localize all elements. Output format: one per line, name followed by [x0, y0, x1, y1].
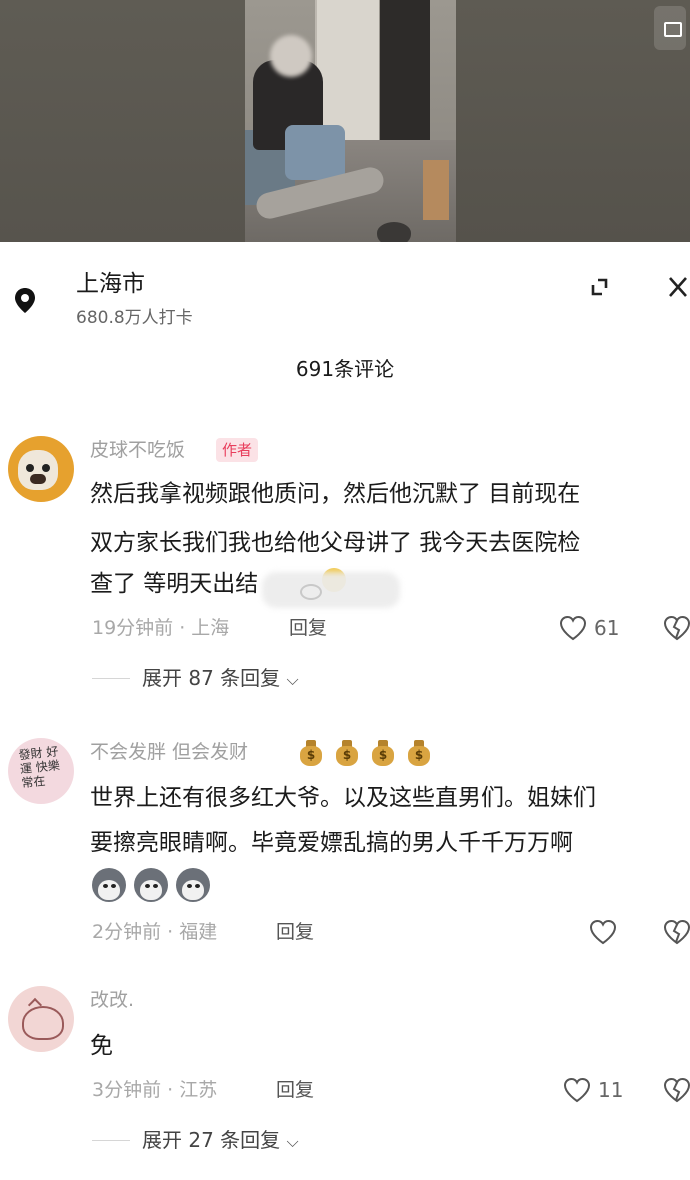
- money-bag-icon: $: [334, 738, 360, 766]
- expand-replies-label: 展开 87 条回复: [142, 666, 281, 690]
- expand-replies-button[interactable]: 展开 27 条回复 ⌵: [142, 1126, 299, 1156]
- heart-icon[interactable]: [558, 614, 588, 642]
- video-preview[interactable]: [0, 0, 690, 242]
- husky-emoji-icon: [92, 868, 126, 902]
- comment-username[interactable]: 皮球不吃饭: [90, 436, 185, 464]
- video-blur-left: [0, 0, 245, 242]
- comment-username[interactable]: 不会发胖 但会发财: [90, 738, 248, 766]
- broken-heart-icon[interactable]: [662, 614, 690, 642]
- comment-text-line: 要擦亮眼睛啊。毕竟爱嫖乱搞的男人千千万万啊: [90, 830, 573, 856]
- author-badge: 作者: [216, 438, 259, 462]
- comments-count-title: 691条评论: [295, 357, 395, 381]
- heart-icon[interactable]: [588, 918, 618, 946]
- avatar[interactable]: [8, 986, 74, 1052]
- expand-replies-label: 展开 27 条回复: [142, 1128, 281, 1152]
- money-bag-icon: $: [370, 738, 396, 766]
- comment-username[interactable]: 改改.: [90, 986, 134, 1014]
- comment-meta: 2分钟前 · 福建: [92, 921, 218, 943]
- like-count: 11: [598, 1078, 624, 1102]
- avatar[interactable]: [8, 436, 74, 502]
- comment-text-line: 世界上还有很多红大爷。以及这些直男们。姐妹们: [90, 785, 596, 811]
- expand-replies-button[interactable]: 展开 87 条回复 ⌵: [142, 664, 299, 694]
- close-icon[interactable]: [664, 272, 690, 302]
- comment-text-line: 双方家长我们我也给他父母讲了 我今天去医院检: [90, 530, 581, 556]
- husky-emoji-icon: [176, 868, 210, 902]
- divider: [92, 678, 130, 679]
- location-title[interactable]: 上海市: [76, 268, 145, 300]
- video-frame: [245, 0, 456, 242]
- checkin-count: 680.8万人打卡: [76, 308, 193, 328]
- heart-icon[interactable]: [562, 1076, 592, 1104]
- reply-button[interactable]: 回复: [276, 918, 314, 946]
- avatar[interactable]: 發財 好運 快樂 常在: [8, 738, 74, 804]
- chevron-down-icon: ⌵: [286, 1132, 299, 1151]
- comment-text-line: 然后我拿视频跟他质问，然后他沉默了 目前现在: [90, 481, 581, 507]
- reply-button[interactable]: 回复: [276, 1076, 314, 1104]
- divider: [92, 1140, 130, 1141]
- broken-heart-icon[interactable]: [662, 1076, 690, 1104]
- comment-text-line: 免: [90, 1033, 113, 1059]
- money-bag-icon: $: [406, 738, 432, 766]
- husky-emoji-icon: [134, 868, 168, 902]
- comment-text-line: 查了 等明天出结: [90, 571, 259, 597]
- location-pin-icon: [15, 288, 35, 313]
- expand-icon[interactable]: [584, 272, 614, 302]
- broken-heart-icon[interactable]: [662, 918, 690, 946]
- comment-meta: 19分钟前 · 上海: [92, 617, 230, 639]
- money-bag-icon: $: [298, 738, 324, 766]
- reply-button[interactable]: 回复: [289, 614, 327, 642]
- like-count: 61: [594, 616, 620, 640]
- watermark-blur: [262, 572, 400, 608]
- weibo-icon: [300, 584, 322, 600]
- chevron-down-icon: ⌵: [286, 670, 299, 689]
- screen-icon[interactable]: [654, 6, 686, 50]
- comment-meta: 3分钟前 · 江苏: [92, 1079, 218, 1101]
